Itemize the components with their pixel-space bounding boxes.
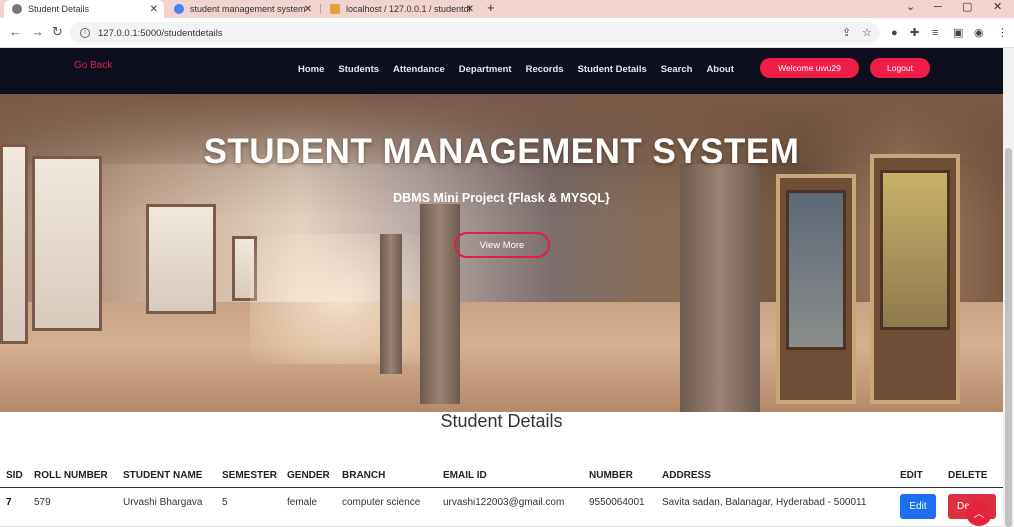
browser-toolbar: ← → ↻ i 127.0.0.1:5000/studentdetails ⇪ … (0, 18, 1014, 48)
google-icon (174, 4, 184, 14)
cell-number: 9550064001 (589, 497, 645, 508)
forward-arrow-icon[interactable]: → (31, 25, 44, 39)
hero-window (0, 144, 28, 344)
tab-divider (320, 4, 321, 14)
extensions-puzzle-icon[interactable]: ✚ (910, 27, 919, 39)
tab-title: Student Details (28, 4, 90, 14)
nav-link-attendance[interactable]: Attendance (393, 64, 445, 75)
phpmyadmin-icon (330, 4, 340, 14)
welcome-button[interactable]: Welcome uwu29 (760, 58, 859, 78)
logout-button[interactable]: Logout (870, 58, 930, 78)
nav-link-department[interactable]: Department (459, 64, 512, 75)
browser-tab-phpmyadmin[interactable]: localhost / 127.0.0.1 / studentdb ✕ (322, 0, 480, 18)
address-bar[interactable]: i 127.0.0.1:5000/studentdetails (70, 22, 880, 44)
cell-sid: 7 (6, 497, 12, 508)
hero-title: STUDENT MANAGEMENT SYSTEM (203, 132, 800, 171)
globe-icon (12, 4, 22, 14)
page-scrollbar[interactable] (1003, 48, 1014, 527)
close-icon[interactable]: ✕ (150, 4, 158, 15)
hero-pillar (380, 234, 402, 374)
hero-banner: STUDENT MANAGEMENT SYSTEM DBMS Mini Proj… (0, 94, 1003, 412)
back-arrow-icon[interactable]: ← (9, 25, 22, 39)
go-back-link[interactable]: Go Back (74, 60, 112, 71)
view-more-button[interactable]: View More (454, 232, 550, 258)
new-tab-icon[interactable]: + (487, 0, 495, 16)
nav-links: Home Students Attendance Department Reco… (298, 64, 748, 75)
cell-student-name: Urvashi Bhargava (123, 497, 203, 508)
reading-list-icon[interactable]: ≡ (932, 27, 938, 39)
chevron-up-icon: ︿ (973, 508, 985, 520)
col-address: ADDRESS (662, 470, 711, 481)
bookmark-star-icon[interactable]: ☆ (862, 27, 872, 39)
edit-button[interactable]: Edit (900, 494, 936, 519)
site-navbar: Go Back Home Students Attendance Departm… (0, 48, 1003, 94)
close-icon[interactable]: ✕ (466, 4, 474, 15)
col-gender: GENDER (287, 470, 330, 481)
tab-search-chevron-icon[interactable]: ⌄ (906, 0, 915, 14)
nav-link-home[interactable]: Home (298, 64, 324, 75)
nav-link-about[interactable]: About (706, 64, 733, 75)
nav-link-search[interactable]: Search (661, 64, 693, 75)
hero-pillar (420, 204, 460, 404)
cell-email: urvashi122003@gmail.com (443, 497, 565, 508)
cell-gender: female (287, 497, 318, 508)
browser-tab-bar: Student Details ✕ student management sys… (0, 0, 1014, 18)
table-header: SID ROLL NUMBER STUDENT NAME SEMESTER GE… (0, 468, 1003, 488)
col-email-id: EMAIL ID (443, 470, 487, 481)
side-panel-icon[interactable]: ▣ (953, 27, 963, 39)
tab-title: student management system db (190, 4, 308, 14)
col-branch: BRANCH (342, 470, 386, 481)
scrollbar-thumb[interactable] (1005, 148, 1012, 527)
close-icon[interactable]: ✕ (304, 4, 312, 15)
cell-address: Savita sadan, Balanagar, Hyderabad - 500… (662, 497, 867, 508)
cell-roll-number: 579 (34, 497, 51, 508)
cell-semester: 5 (222, 497, 228, 508)
tab-title: localhost / 127.0.0.1 / studentdb (346, 4, 470, 14)
hero-light (250, 234, 430, 364)
col-number: NUMBER (589, 470, 633, 481)
cell-branch: computer science (342, 497, 421, 508)
section-title: Student Details (440, 411, 563, 431)
table-row: 7 579 Urvashi Bhargava 5 female computer… (0, 489, 1003, 527)
window-close-icon[interactable]: ✕ (993, 0, 1002, 14)
col-edit: EDIT (900, 470, 923, 481)
profile-avatar-icon[interactable]: ◉ (974, 27, 984, 39)
nav-link-student-details[interactable]: Student Details (578, 64, 647, 75)
hero-window (146, 204, 216, 314)
maximize-icon[interactable]: ▢ (962, 0, 972, 14)
reload-icon[interactable]: ↻ (52, 25, 63, 39)
browser-tab-student-details[interactable]: Student Details ✕ (4, 0, 164, 18)
col-roll-number: ROLL NUMBER (34, 470, 108, 481)
col-student-name: STUDENT NAME (123, 470, 203, 481)
hero-door (776, 174, 856, 404)
minimize-icon[interactable]: ─ (934, 0, 942, 14)
microphone-icon[interactable]: ● (891, 27, 898, 39)
info-icon[interactable]: i (80, 28, 90, 38)
browser-tab-google-search[interactable]: student management system db ✕ (166, 0, 318, 18)
nav-link-records[interactable]: Records (526, 64, 564, 75)
scroll-to-top-button[interactable]: ︿ (966, 500, 992, 526)
col-delete: DELETE (948, 470, 988, 481)
hero-subtitle: DBMS Mini Project {Flask & MYSQL} (393, 191, 610, 205)
hero-window (32, 156, 102, 331)
menu-dots-icon[interactable]: ⋮ (997, 27, 1008, 39)
col-semester: SEMESTER (222, 470, 278, 481)
url-text: 127.0.0.1:5000/studentdetails (98, 27, 223, 39)
share-icon[interactable]: ⇪ (842, 27, 851, 39)
nav-link-students[interactable]: Students (338, 64, 379, 75)
col-sid: SID (6, 470, 23, 481)
